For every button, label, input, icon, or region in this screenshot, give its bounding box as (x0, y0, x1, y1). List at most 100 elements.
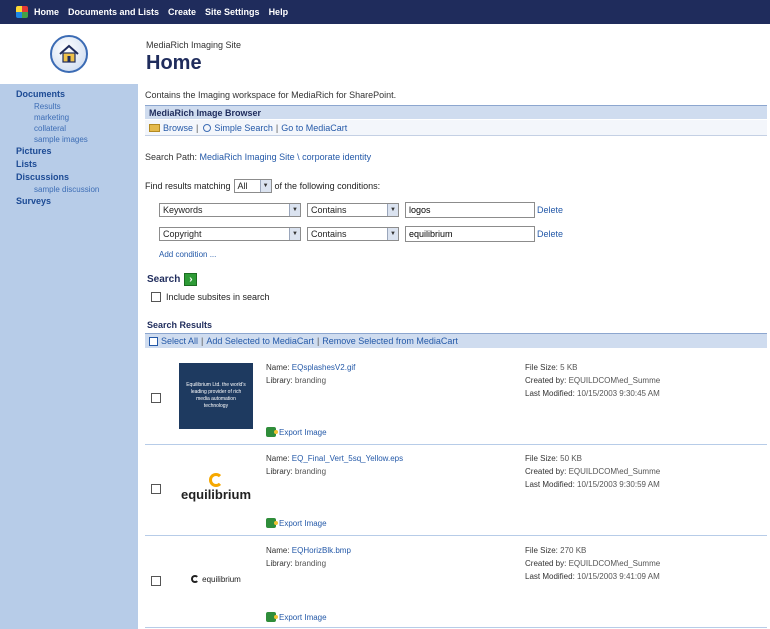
sidebar-item-lists[interactable]: Lists (16, 158, 138, 171)
operator-select[interactable]: Contains ▼ (307, 227, 399, 241)
toolbar-separator: | (201, 336, 204, 346)
simple-search-link[interactable]: Simple Search (214, 123, 273, 133)
result-library: Library: branding (266, 376, 327, 385)
field-select-value: Copyright (163, 229, 202, 239)
image-browser-title: MediaRich Image Browser (145, 105, 767, 119)
result-name: Name: EQHorizBlk.bmp (266, 546, 351, 555)
result-created-by: Created by: EQUILDCOM\ed_Summe (525, 559, 661, 568)
match-condition-row: Find results matching All ▼ of the follo… (145, 179, 380, 193)
result-library: Library: branding (266, 559, 327, 568)
result-thumbnail[interactable]: equilibrium (179, 454, 253, 520)
chevron-down-icon: ▼ (259, 180, 271, 192)
remove-selected-link[interactable]: Remove Selected from MediaCart (322, 336, 458, 346)
thumbnail-text: Equilibrium Ltd. the world's leading pro… (186, 382, 246, 409)
search-section: Search › (147, 273, 198, 286)
delete-condition-link[interactable]: Delete (537, 205, 563, 215)
sidebar-item-documents[interactable]: Documents (16, 88, 138, 101)
topnav-home[interactable]: Home (34, 7, 59, 17)
condition-value-input[interactable] (405, 202, 535, 218)
result-last-modified: Last Modified: 10/15/2003 9:30:45 AM (525, 389, 660, 398)
result-file-size: File Size: 50 KB (525, 454, 582, 463)
search-label: Search (147, 274, 181, 285)
add-selected-link[interactable]: Add Selected to MediaCart (206, 336, 314, 346)
result-file-size: File Size: 270 KB (525, 546, 587, 555)
sidebar-item-discussions[interactable]: Discussions (16, 171, 138, 184)
result-thumbnail[interactable]: equilibrium (179, 546, 253, 612)
sidebar-item-results[interactable]: Results (16, 101, 138, 112)
sidebar-item-pictures[interactable]: Pictures (16, 145, 138, 158)
result-item: Equilibrium Ltd. the world's leading pro… (145, 355, 767, 445)
result-name-link[interactable]: EQ_Final_Vert_5sq_Yellow.eps (292, 454, 403, 463)
sidebar-item-sample-discussion[interactable]: sample discussion (16, 184, 138, 195)
result-name-link[interactable]: EQHorizBlk.bmp (292, 546, 351, 555)
result-item: equilibrium Name: EQ_Final_Vert_5sq_Yell… (145, 446, 767, 536)
export-icon (266, 518, 278, 528)
find-suffix: of the following conditions: (274, 181, 381, 191)
result-checkbox[interactable] (151, 576, 161, 586)
include-subsites-row: Include subsites in search (151, 292, 270, 302)
topnav-documents-and-lists[interactable]: Documents and Lists (68, 7, 159, 17)
field-select[interactable]: Copyright ▼ (159, 227, 301, 241)
sharepoint-logo-icon (16, 6, 28, 18)
operator-select-value: Contains (311, 205, 347, 215)
match-select[interactable]: All ▼ (233, 179, 272, 193)
go-to-mediacart-link[interactable]: Go to MediaCart (281, 123, 347, 133)
result-file-size: File Size: 5 KB (525, 363, 578, 372)
search-results-title: Search Results (147, 320, 213, 330)
page-title: Home (146, 52, 202, 74)
condition-value-input[interactable] (405, 226, 535, 242)
export-icon (266, 612, 278, 622)
field-select[interactable]: Keywords ▼ (159, 203, 301, 217)
sidebar-item-surveys[interactable]: Surveys (16, 195, 138, 208)
folder-icon (149, 123, 160, 132)
chevron-down-icon: ▼ (289, 228, 300, 240)
result-thumbnail[interactable]: Equilibrium Ltd. the world's leading pro… (179, 363, 253, 429)
quick-launch-sidebar: Documents Results marketing collateral s… (0, 84, 138, 629)
sidebar-item-marketing[interactable]: marketing (16, 112, 138, 123)
topnav-help[interactable]: Help (269, 7, 289, 17)
topnav-site-settings[interactable]: Site Settings (205, 7, 260, 17)
find-prefix: Find results matching (145, 181, 231, 191)
operator-select[interactable]: Contains ▼ (307, 203, 399, 217)
delete-condition-link[interactable]: Delete (537, 229, 563, 239)
result-last-modified: Last Modified: 10/15/2003 9:41:09 AM (525, 572, 660, 581)
export-image-link[interactable]: Export Image (266, 612, 327, 622)
equilibrium-c-icon (191, 575, 200, 583)
image-browser-toolbar: Browse | Simple Search | Go to MediaCart (145, 120, 767, 136)
include-subsites-checkbox[interactable] (151, 292, 161, 302)
condition-row: Keywords ▼ Contains ▼ (159, 202, 535, 218)
search-icon (203, 123, 212, 132)
topnav-create[interactable]: Create (168, 7, 196, 17)
chevron-down-icon: ▼ (289, 204, 300, 216)
chevron-down-icon: ▼ (387, 204, 398, 216)
main-content: Contains the Imaging workspace for Media… (145, 84, 767, 629)
select-all-link[interactable]: Select All (161, 336, 198, 346)
export-image-link[interactable]: Export Image (266, 427, 327, 437)
search-path-label: Search Path: (145, 152, 198, 162)
select-all-icon (149, 336, 158, 346)
sidebar-item-collateral[interactable]: collateral (16, 123, 138, 134)
site-name[interactable]: MediaRich Imaging Site (146, 40, 241, 50)
search-go-button[interactable]: › (184, 273, 198, 286)
search-path-value[interactable]: MediaRich Imaging Site \ corporate ident… (200, 152, 372, 162)
operator-select-value: Contains (311, 229, 347, 239)
result-checkbox[interactable] (151, 484, 161, 494)
toolbar-separator: | (196, 122, 199, 133)
equilibrium-c-icon (209, 472, 223, 487)
search-path: Search Path: MediaRich Imaging Site \ co… (145, 152, 371, 162)
result-library: Library: branding (266, 467, 327, 476)
add-condition-link[interactable]: Add condition ... (159, 250, 216, 259)
results-toolbar: Select All | Add Selected to MediaCart |… (145, 333, 767, 348)
toolbar-separator: | (316, 336, 320, 346)
sidebar-item-sample-images[interactable]: sample images (16, 134, 138, 145)
toolbar-separator: | (275, 122, 279, 133)
result-name-link[interactable]: EQsplashesV2.gif (292, 363, 356, 372)
top-navigation-bar: Home Documents and Lists Create Site Set… (0, 0, 770, 24)
export-image-link[interactable]: Export Image (266, 518, 327, 528)
result-name: Name: EQsplashesV2.gif (266, 363, 356, 372)
home-icon (50, 35, 88, 73)
browse-link[interactable]: Browse (163, 123, 193, 133)
equilibrium-horizontal-logo: equilibrium (191, 575, 241, 584)
result-checkbox[interactable] (151, 393, 161, 403)
export-icon (266, 427, 278, 437)
